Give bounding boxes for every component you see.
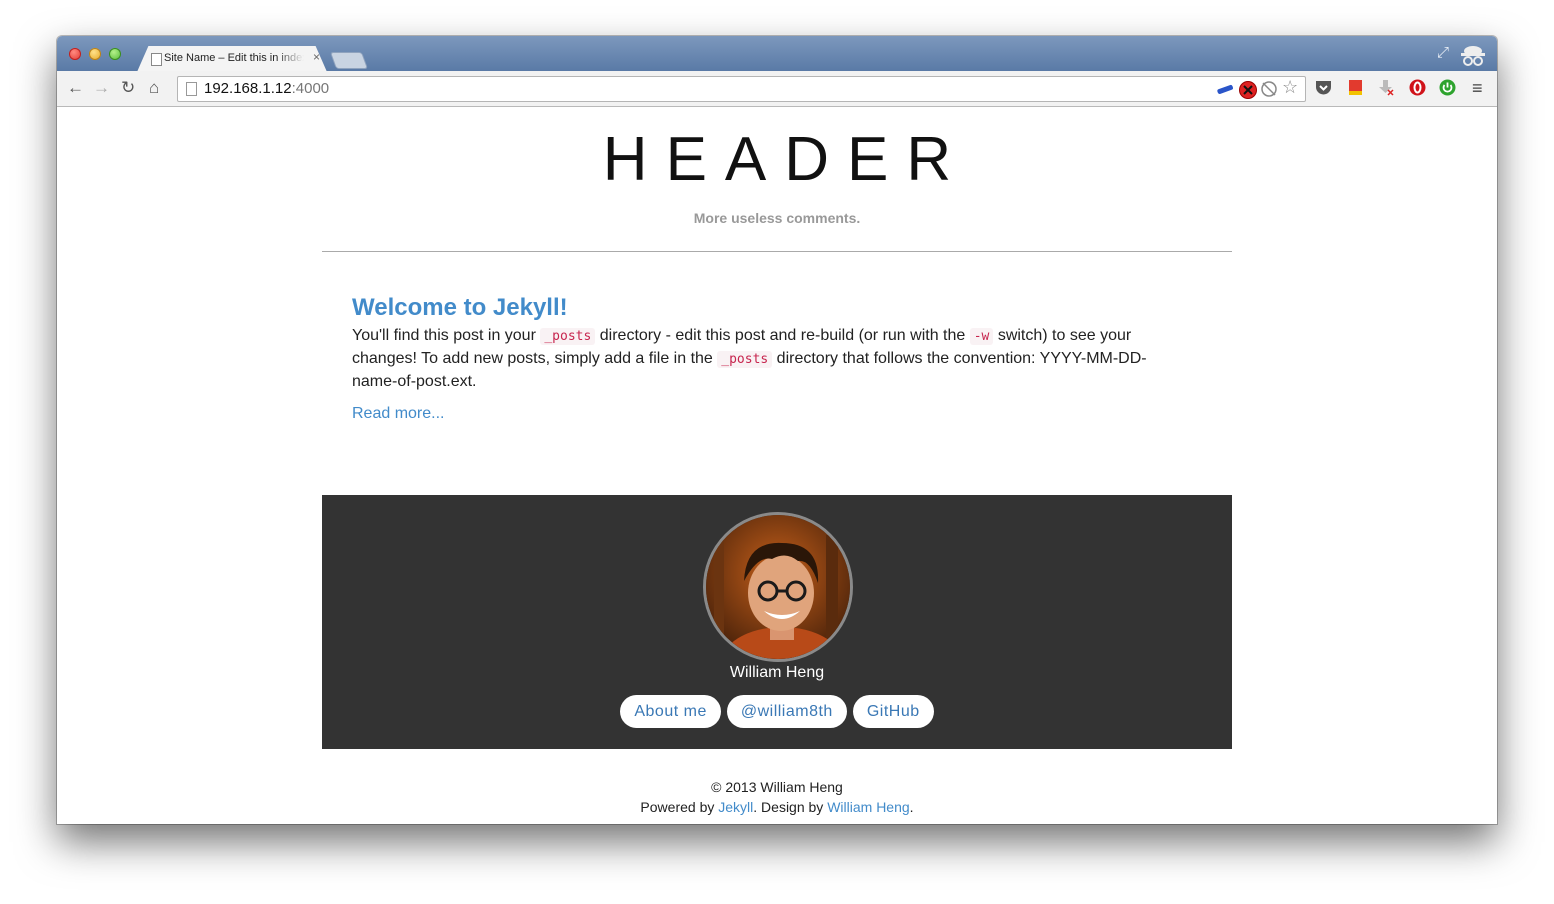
- post-preview: Welcome to Jekyll! You'll find this post…: [352, 293, 1172, 423]
- home-icon[interactable]: ⌂: [149, 79, 159, 97]
- avatar: [703, 512, 853, 662]
- url-text[interactable]: 192.168.1.12:4000: [204, 80, 329, 97]
- minimize-window-button[interactable]: [89, 48, 101, 60]
- post-text: You'll find this post in your: [352, 327, 541, 344]
- site-title: HEADER: [602, 125, 970, 194]
- site-subtitle: More useless comments.: [693, 210, 861, 226]
- browser-tab[interactable]: Site Name – Edit this in index.html ×: [137, 46, 327, 72]
- bookmark-star-icon[interactable]: ☆: [1282, 78, 1298, 96]
- read-more-link[interactable]: Read more...: [352, 405, 444, 423]
- header-divider: [322, 251, 1232, 252]
- page-icon: [151, 53, 162, 66]
- code-snippet: -w: [969, 328, 994, 345]
- author-panel: William Heng About me @william8th GitHub: [322, 495, 1232, 749]
- credits-text: Powered by: [640, 799, 719, 815]
- author-links: About me @william8th GitHub: [322, 695, 1232, 728]
- title-bar: Site Name – Edit this in index.html × ⤢: [57, 36, 1497, 72]
- page-content: HEADER More useless comments. Welcome to…: [57, 107, 1497, 824]
- about-me-button[interactable]: About me: [620, 695, 721, 728]
- menu-icon[interactable]: ≡: [1472, 79, 1483, 97]
- ghost-icon[interactable]: [1260, 80, 1278, 98]
- post-title-link[interactable]: Welcome to Jekyll!: [352, 293, 1172, 323]
- address-bar[interactable]: 192.168.1.12:4000 ☆: [177, 76, 1306, 102]
- browser-window: Site Name – Edit this in index.html × ⤢ …: [57, 36, 1497, 824]
- post-text: directory - edit this post and re-build …: [595, 327, 970, 344]
- download-icon[interactable]: [1377, 79, 1394, 96]
- credits-line: Powered by Jekyll. Design by William Hen…: [57, 797, 1497, 817]
- browser-toolbar: ← → ↻ ⌂ 192.168.1.12:4000 ☆ ≡: [57, 71, 1497, 107]
- power-icon[interactable]: [1439, 79, 1456, 96]
- fullscreen-icon[interactable]: ⤢: [1437, 44, 1449, 61]
- forward-arrow-icon[interactable]: →: [93, 79, 110, 97]
- copyright-text: © 2013 William Heng: [711, 779, 843, 795]
- adblock-icon[interactable]: [1239, 81, 1257, 99]
- tab-title: Site Name – Edit this in index.html: [164, 52, 304, 64]
- designer-link[interactable]: William Heng: [827, 799, 909, 815]
- twitter-button[interactable]: @william8th: [726, 695, 847, 728]
- credits-text: .: [909, 799, 914, 815]
- site-footer: © 2013 William Heng Powered by Jekyll. D…: [57, 777, 1497, 817]
- code-snippet: _posts: [540, 328, 596, 345]
- pocket-icon[interactable]: [1315, 79, 1332, 96]
- back-arrow-icon[interactable]: ←: [67, 79, 84, 97]
- page-icon: [186, 82, 197, 96]
- incognito-icon: [1461, 46, 1485, 66]
- close-window-button[interactable]: [69, 48, 81, 60]
- code-snippet: _posts: [717, 351, 773, 368]
- post-excerpt: You'll find this post in your _posts dir…: [352, 325, 1172, 393]
- tab-close-icon[interactable]: ×: [313, 50, 320, 64]
- author-name: William Heng: [729, 664, 825, 681]
- credits-text: . Design by: [753, 799, 828, 815]
- opera-icon[interactable]: [1409, 79, 1426, 96]
- jekyll-link[interactable]: Jekyll: [718, 799, 753, 815]
- extension-pen-icon[interactable]: [1216, 82, 1234, 96]
- reload-icon[interactable]: ↻: [121, 79, 135, 97]
- zoom-window-button[interactable]: [109, 48, 121, 60]
- bookmark-red-icon[interactable]: [1347, 79, 1364, 96]
- github-button[interactable]: GitHub: [852, 695, 934, 728]
- new-tab-button[interactable]: [329, 52, 369, 69]
- site-header: HEADER More useless comments.: [322, 107, 1232, 226]
